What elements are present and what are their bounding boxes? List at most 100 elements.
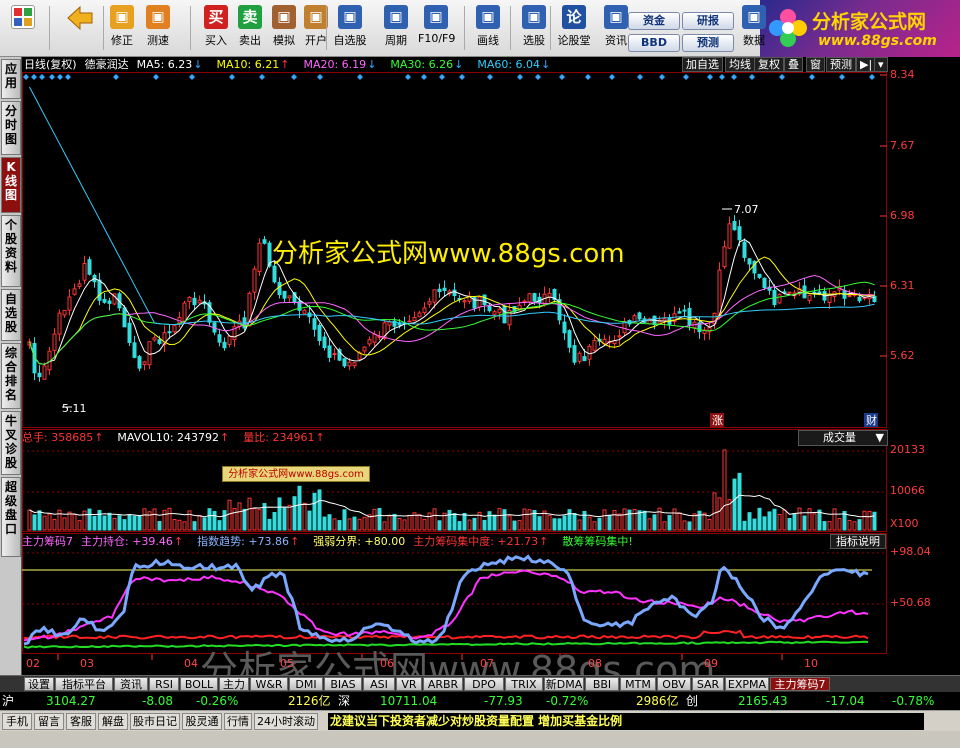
- status-button-5[interactable]: 股灵通: [182, 713, 222, 730]
- tab-9[interactable]: ASI: [363, 677, 395, 691]
- news-button[interactable]: ▣ 资讯: [598, 3, 634, 55]
- sidebar-item-4[interactable]: 自选股: [1, 289, 21, 341]
- status-button-6[interactable]: 行情: [224, 713, 252, 730]
- legend_main-item: 日线(复权): [24, 58, 78, 71]
- signal-diamond-icon: [779, 74, 785, 80]
- sidebar-item-3[interactable]: 个股资料: [1, 215, 21, 287]
- tab-18[interactable]: SAR: [692, 677, 724, 691]
- news-ticker[interactable]: 龙建议当下投资者减少对炒股资量配置 增加买基金比例: [328, 713, 924, 730]
- measure-button[interactable]: ▣ 测速: [140, 3, 176, 55]
- trend-arrow-icon: ↑: [220, 431, 230, 444]
- tab-3[interactable]: RSI: [149, 677, 179, 691]
- status-button-7[interactable]: 24小时滚动: [254, 713, 318, 730]
- volume-bar: [782, 509, 787, 531]
- volume-bar: [362, 516, 367, 531]
- volume-bar: [552, 518, 557, 531]
- status-button-3[interactable]: 解盘: [98, 713, 128, 730]
- status-button-4[interactable]: 股市日记: [130, 713, 180, 730]
- f10-button[interactable]: ▣ F10/F9: [418, 3, 455, 55]
- sidebar-item-6[interactable]: 牛叉诊股: [1, 411, 21, 475]
- status-button-2[interactable]: 客服: [66, 713, 96, 730]
- buy-button[interactable]: 买买入: [198, 3, 234, 55]
- tab-19[interactable]: EXPMA: [725, 677, 769, 691]
- volume-bar: [202, 517, 207, 531]
- volume-bar: [872, 511, 877, 531]
- candle-body: [527, 293, 532, 303]
- volume-bar: [767, 511, 772, 531]
- period-button[interactable]: ▣ 周期: [378, 3, 414, 55]
- tab-11[interactable]: ARBR: [423, 677, 463, 691]
- modify-button[interactable]: ▣ 修正: [104, 3, 140, 55]
- draw-button[interactable]: ▣ 画线: [470, 3, 506, 55]
- tab-2[interactable]: 资讯: [114, 677, 148, 691]
- research-button[interactable]: 研报: [682, 12, 734, 30]
- legend_indicator-text: 主力筹码7: [22, 535, 73, 548]
- status-button-0[interactable]: 手机: [2, 713, 32, 730]
- period-label: 周期: [385, 34, 407, 47]
- candle-body: [192, 297, 197, 306]
- sidebar-item-2[interactable]: K线图: [1, 157, 21, 213]
- candle-body: [262, 239, 267, 244]
- status-button-1[interactable]: 留言: [34, 713, 64, 730]
- tab-20[interactable]: 主力筹码7: [770, 677, 830, 691]
- tab-12[interactable]: DPO: [464, 677, 504, 691]
- tab-16[interactable]: MTM: [620, 677, 656, 691]
- cy-index: 2165.43: [738, 694, 788, 708]
- volume-bar: [827, 521, 832, 531]
- tab-1[interactable]: 指标平台: [55, 677, 113, 691]
- sidebar-item-0[interactable]: 应用: [1, 59, 21, 99]
- tab-17[interactable]: OBV: [657, 677, 691, 691]
- tab-15[interactable]: BBI: [585, 677, 619, 691]
- volume-bar: [502, 509, 507, 531]
- watermark-box: 分析家公式网www.88gs.com: [222, 466, 370, 482]
- forum-button[interactable]: 论论股堂: [556, 3, 592, 55]
- sidebar-item-7[interactable]: 超级盘口: [1, 477, 21, 557]
- chart-button-0[interactable]: 加自选: [682, 57, 723, 72]
- tab-4[interactable]: BOLL: [180, 677, 218, 691]
- sh-amount: 2126亿: [288, 694, 331, 708]
- tab-0[interactable]: 设置: [24, 677, 54, 691]
- chevron-down-icon[interactable]: ▾: [874, 57, 888, 72]
- trend-arrow-icon: ↑: [290, 535, 300, 548]
- data-button[interactable]: ▣ 数据: [736, 3, 772, 55]
- legend_indicator-text: 指数趋势: +73.86: [197, 535, 290, 548]
- sh-change: -8.08: [142, 694, 174, 708]
- simulate-button[interactable]: ▣ 模拟: [266, 3, 302, 55]
- pick-button[interactable]: ▣ 选股: [516, 3, 552, 55]
- candle-body: [157, 339, 162, 344]
- sidebar-item-1[interactable]: 分时图: [1, 101, 21, 155]
- sell-button[interactable]: 卖卖出: [232, 3, 268, 55]
- candle-body: [352, 362, 357, 367]
- tab-14[interactable]: 新DMA: [544, 677, 584, 691]
- forecast-button[interactable]: 预测: [682, 34, 734, 52]
- app-menu-button[interactable]: [3, 3, 43, 55]
- tab-10[interactable]: VR: [396, 677, 422, 691]
- watchlist-button[interactable]: ▣ 自选股: [332, 3, 368, 55]
- volume-bar: [327, 514, 332, 531]
- chart-button-1[interactable]: 均线: [725, 57, 755, 72]
- candle-body: [82, 262, 87, 281]
- bbd-button[interactable]: BBD: [628, 34, 680, 52]
- chart-button-5[interactable]: 预测: [826, 57, 856, 72]
- open-button[interactable]: ▣ 开户: [298, 3, 334, 55]
- tab-13[interactable]: TRIX: [505, 677, 543, 691]
- tab-7[interactable]: DMI: [289, 677, 323, 691]
- chart-canvas[interactable]: 7.07 5.11 涨 财: [22, 57, 960, 675]
- legend_main-text: MA60: 6.04: [477, 58, 541, 71]
- candle-body: [777, 293, 782, 304]
- flower-logo-icon: [769, 9, 807, 47]
- fund-button[interactable]: 资金: [628, 12, 680, 30]
- tab-5[interactable]: 主力: [219, 677, 249, 691]
- legend_volume-text: MAVOL10: 243792: [117, 431, 220, 444]
- chart-button-2[interactable]: 复权: [754, 57, 784, 72]
- chart-button-3[interactable]: 叠: [784, 57, 803, 72]
- sidebar-item-5[interactable]: 综合排名: [1, 343, 21, 409]
- indicator-tick: +50.68: [890, 596, 931, 609]
- tab-6[interactable]: W&R: [250, 677, 288, 691]
- chart-button-4[interactable]: 窗: [806, 57, 825, 72]
- back-button[interactable]: [58, 3, 98, 55]
- indicator-help-button[interactable]: 指标说明: [830, 534, 886, 549]
- volume-dropdown[interactable]: 成交量 ▼: [798, 430, 888, 446]
- candle-body: [682, 309, 687, 312]
- tab-8[interactable]: BIAS: [324, 677, 362, 691]
